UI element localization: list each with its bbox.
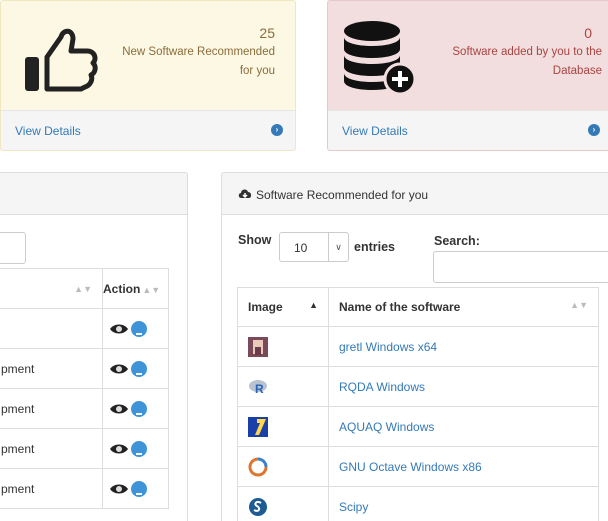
recommended-count: 25 <box>259 25 275 41</box>
left-search-input[interactable] <box>0 232 26 264</box>
table-row: pment <box>0 428 169 469</box>
left-panel-heading <box>0 173 187 215</box>
table-row: AQUAQ Windows <box>237 406 599 447</box>
eye-icon[interactable] <box>109 322 129 336</box>
image-cell: R <box>237 366 329 407</box>
table-cell: pment <box>0 388 103 429</box>
eye-icon[interactable] <box>109 362 129 376</box>
table-cell <box>0 308 103 349</box>
image-cell <box>237 446 329 487</box>
view-details-link[interactable]: View Details <box>15 124 81 138</box>
aquaq-icon <box>248 416 268 437</box>
recommended-description: New Software Recommended for you <box>75 43 275 81</box>
software-name-link[interactable]: AQUAQ Windows <box>328 406 599 447</box>
panel-title: Software Recommended for you <box>256 188 429 202</box>
recommended-line1: New Software Recommended <box>122 46 275 58</box>
software-name-link[interactable]: gretl Windows x64 <box>328 326 599 367</box>
left-table: ▲▼ Action ▲▼ pment pment pment pment <box>0 268 169 509</box>
recommended-footer[interactable]: View Details › <box>1 110 295 150</box>
database-footer[interactable]: View Details › <box>328 110 608 150</box>
image-cell <box>237 406 329 447</box>
eye-icon[interactable] <box>109 442 129 456</box>
view-details-link[interactable]: View Details <box>342 124 408 138</box>
table-row: GNU Octave Windows x86 <box>237 446 599 487</box>
image-cell <box>237 486 329 521</box>
action-cell <box>102 468 169 509</box>
entries-select[interactable]: 10 ∨ <box>279 232 349 262</box>
software-table: Image ▲ Name of the software ▲▼ gretl Wi… <box>237 287 599 521</box>
sort-icon: ▲▼ <box>570 300 588 310</box>
sort-icon: ▲▼ <box>142 284 161 295</box>
database-description: Software added by you to the Database <box>382 43 602 81</box>
show-label: Show <box>238 233 272 247</box>
gretl-icon <box>248 336 268 357</box>
arrow-circle-right-icon[interactable]: › <box>588 124 600 136</box>
cloud-download-icon <box>238 189 252 199</box>
octave-icon <box>248 457 268 476</box>
software-name-link[interactable]: Scipy <box>328 486 599 521</box>
entries-select-value: 10 <box>294 241 308 255</box>
table-row: pment <box>0 348 169 389</box>
download-icon[interactable] <box>131 400 147 417</box>
action-cell <box>102 388 169 429</box>
software-name-link[interactable]: RQDA Windows <box>328 366 599 407</box>
eye-icon[interactable] <box>109 402 129 416</box>
download-icon[interactable] <box>131 480 147 497</box>
database-line2: Database <box>552 65 602 77</box>
search-label: Search: <box>434 234 480 248</box>
recommended-line2: for you <box>239 65 275 77</box>
database-line1: Software added by you to the <box>452 46 602 58</box>
download-icon[interactable] <box>131 320 147 337</box>
table-row: gretl Windows x64 <box>237 326 599 367</box>
sort-icon: ▲▼ <box>74 283 92 294</box>
arrow-circle-right-icon[interactable]: › <box>271 124 283 136</box>
software-name-link[interactable]: GNU Octave Windows x86 <box>328 446 599 487</box>
eye-icon[interactable] <box>109 482 129 496</box>
column-header[interactable]: ▲▼ <box>0 268 103 309</box>
svg-text:R: R <box>255 382 264 396</box>
recommended-card: 25 New Software Recommended for you View… <box>0 0 296 151</box>
table-row <box>0 308 169 349</box>
chevron-down-icon[interactable]: ∨ <box>328 233 348 261</box>
action-cell <box>102 308 169 349</box>
table-row: pment <box>0 388 169 429</box>
column-header-name[interactable]: Name of the software ▲▼ <box>328 287 599 327</box>
table-header-row: ▲▼ Action ▲▼ <box>0 268 169 309</box>
image-cell <box>237 326 329 367</box>
table-row: Scipy <box>237 486 599 521</box>
scipy-icon <box>249 497 267 516</box>
table-cell: pment <box>0 468 103 509</box>
table-row: R RQDA Windows <box>237 366 599 407</box>
column-header-image[interactable]: Image ▲ <box>237 287 329 327</box>
database-card: 0 Software added by you to the Database … <box>327 0 608 151</box>
table-cell: pment <box>0 428 103 469</box>
database-count: 0 <box>584 25 592 41</box>
column-header-action[interactable]: Action ▲▼ <box>102 268 169 309</box>
sort-asc-icon: ▲ <box>309 300 318 310</box>
download-icon[interactable] <box>131 360 147 377</box>
entries-label: entries <box>354 240 395 254</box>
panel-heading: Software Recommended for you <box>222 173 608 215</box>
table-row: pment <box>0 468 169 509</box>
search-input[interactable] <box>433 251 608 283</box>
table-header-row: Image ▲ Name of the software ▲▼ <box>237 287 599 327</box>
action-cell <box>102 428 169 469</box>
table-cell: pment <box>0 348 103 389</box>
rqda-icon: R <box>249 379 267 396</box>
action-cell <box>102 348 169 389</box>
download-icon[interactable] <box>131 440 147 457</box>
